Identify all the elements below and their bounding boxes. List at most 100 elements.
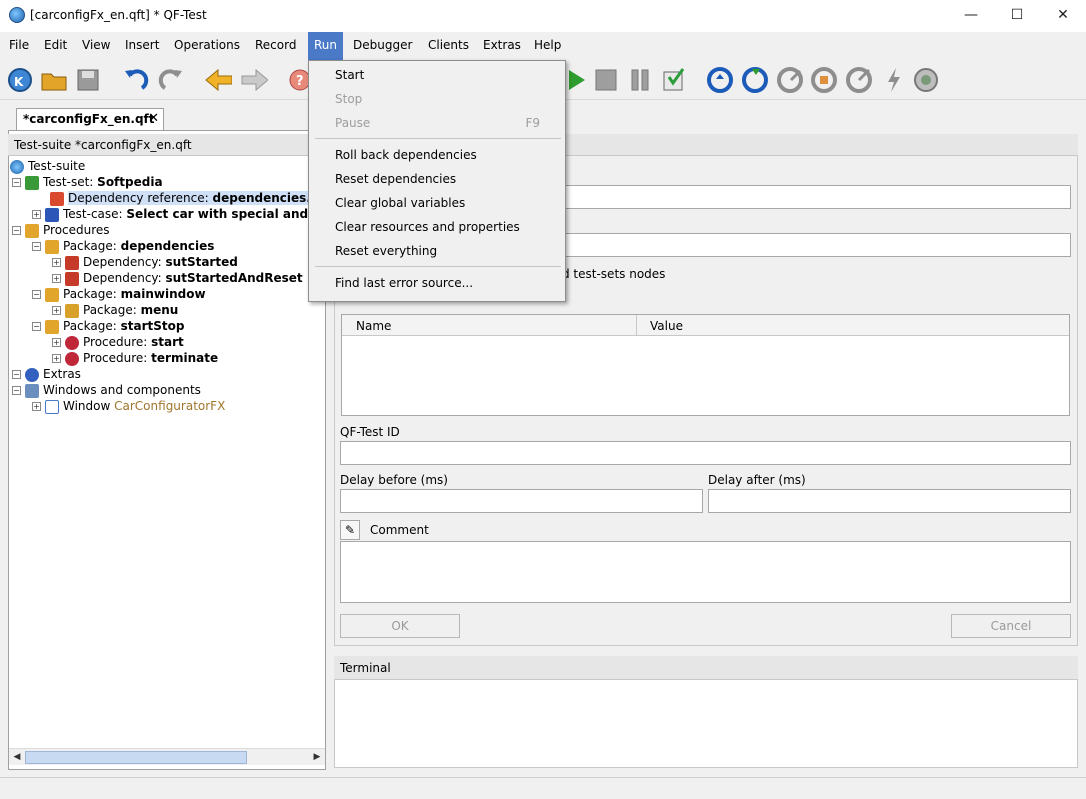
minimize-button[interactable]: — [948, 0, 994, 32]
skip-out-icon[interactable] [845, 66, 873, 94]
tree-node-test-case[interactable]: + Test-case: Select car with special and … [10, 206, 324, 222]
tree-node-procedures[interactable]: − Procedures [10, 222, 324, 238]
tree-node-windows-and-components[interactable]: − Windows and components [10, 382, 324, 398]
collapse-toggle-icon[interactable]: − [12, 226, 21, 235]
menu-extras[interactable]: Extras [477, 32, 527, 60]
menu-debugger[interactable]: Debugger [347, 32, 418, 60]
collapse-toggle-icon[interactable]: − [32, 242, 41, 251]
tree-node-test-set[interactable]: − Test-set: Softpedia [10, 174, 324, 190]
undo-icon[interactable] [122, 66, 150, 94]
run-menu-pause[interactable]: Pause F9 [310, 111, 564, 135]
maximize-button[interactable]: ☐ [994, 0, 1040, 32]
collapse-toggle-icon[interactable]: − [32, 290, 41, 299]
package-icon [45, 287, 59, 302]
tree-node-package-startstop[interactable]: − Package: startStop [10, 318, 324, 334]
tree-node-package-dependencies[interactable]: − Package: dependencies [10, 238, 324, 254]
run-menu-clear-resources[interactable]: Clear resources and properties [310, 215, 564, 239]
tab-suite-label: *carconfigFx_en.qft [23, 112, 155, 126]
run-menu-clear-global-variables[interactable]: Clear global variables [310, 191, 564, 215]
expand-toggle-icon[interactable]: + [52, 258, 61, 267]
delay-before-field[interactable] [340, 489, 703, 513]
scrollbar-thumb[interactable] [25, 751, 247, 764]
save-disk-icon[interactable] [74, 66, 102, 94]
app-globe-icon [9, 7, 25, 23]
expand-toggle-icon[interactable]: + [52, 338, 61, 347]
expand-toggle-icon[interactable]: + [32, 210, 41, 219]
test-case-icon [45, 207, 59, 222]
stop-icon[interactable] [592, 66, 620, 94]
terminal-header: Terminal [334, 656, 1078, 680]
run-menu-stop[interactable]: Stop [310, 87, 564, 111]
forward-arrow-icon[interactable] [240, 66, 268, 94]
tree-node-dependency-reference[interactable]: Dependency reference: dependencies.su [10, 190, 324, 206]
column-value[interactable]: Value [650, 319, 683, 333]
tree-node-extras[interactable]: − Extras [10, 366, 324, 382]
dependency-reference-icon [50, 191, 64, 206]
collapse-toggle-icon[interactable]: − [12, 370, 21, 379]
delay-after-field[interactable] [708, 489, 1071, 513]
status-bar [0, 777, 1086, 799]
menu-insert[interactable]: Insert [119, 32, 165, 60]
menu-view[interactable]: View [76, 32, 116, 60]
tree-header-label: Test-suite *carconfigFx_en.qft [14, 138, 192, 152]
qftest-id-field[interactable] [340, 441, 1071, 465]
step-into-icon[interactable] [706, 66, 734, 94]
open-folder-icon[interactable] [40, 66, 68, 94]
dependency-icon [65, 271, 79, 286]
expand-toggle-icon[interactable]: + [52, 306, 61, 315]
package-icon [45, 319, 59, 334]
close-window-button[interactable]: ✕ [1040, 0, 1086, 32]
breakpoint-icon[interactable] [912, 66, 940, 94]
scroll-right-icon[interactable]: ▶ [310, 750, 324, 765]
back-arrow-icon[interactable] [204, 66, 232, 94]
redo-icon[interactable] [157, 66, 185, 94]
run-menu-reset-dependencies[interactable]: Reset dependencies [310, 167, 564, 191]
pause-icon[interactable] [626, 66, 654, 94]
lightning-icon[interactable] [880, 66, 908, 94]
tree-node-procedure-terminate[interactable]: + Procedure: terminate [10, 350, 324, 366]
tree-node-dependency-sutstarted[interactable]: + Dependency: sutStarted [10, 254, 324, 270]
menu-record[interactable]: Record [249, 32, 302, 60]
menu-run[interactable]: Run [308, 32, 344, 60]
menu-help[interactable]: Help [528, 32, 567, 60]
run-menu-start[interactable]: Start [310, 63, 564, 87]
tab-close-icon[interactable]: ✕ [148, 111, 159, 126]
tree-node-package-mainwindow[interactable]: − Package: mainwindow [10, 286, 324, 302]
start-play-icon[interactable] [562, 66, 590, 94]
menu-clients[interactable]: Clients [422, 32, 475, 60]
collapse-toggle-icon[interactable]: − [12, 178, 21, 187]
collapse-toggle-icon[interactable]: − [32, 322, 41, 331]
tree-node-procedure-start[interactable]: + Procedure: start [10, 334, 324, 350]
menu-operations[interactable]: Operations [168, 32, 246, 60]
new-suite-icon[interactable]: K [6, 66, 34, 94]
step-out-icon[interactable] [776, 66, 804, 94]
extras-icon [25, 367, 39, 382]
tab-suite[interactable]: *carconfigFx_en.qft ✕ [16, 108, 164, 130]
run-menu-roll-back-dependencies[interactable]: Roll back dependencies [310, 143, 564, 167]
tree-node-package-menu[interactable]: + Package: menu [10, 302, 324, 318]
run-menu-reset-everything[interactable]: Reset everything [310, 239, 564, 263]
ok-button[interactable]: OK [340, 614, 460, 638]
edit-comment-icon[interactable]: ✎ [340, 520, 360, 540]
column-divider [636, 315, 637, 336]
tree-node-window-carconfigurator[interactable]: + Window CarConfiguratorFX [10, 398, 324, 414]
menu-edit[interactable]: Edit [38, 32, 73, 60]
scroll-left-icon[interactable]: ◀ [10, 750, 24, 765]
comment-field[interactable] [340, 541, 1071, 603]
column-name[interactable]: Name [356, 319, 391, 333]
tree-node-test-suite[interactable]: Test-suite [10, 158, 324, 174]
checklist-icon[interactable] [660, 66, 688, 94]
variables-table[interactable]: Name Value [341, 314, 1070, 416]
skip-over-icon[interactable] [810, 66, 838, 94]
collapse-toggle-icon[interactable]: − [12, 386, 21, 395]
step-over-icon[interactable] [741, 66, 769, 94]
expand-toggle-icon[interactable]: + [32, 402, 41, 411]
expand-toggle-icon[interactable]: + [52, 274, 61, 283]
cancel-button[interactable]: Cancel [951, 614, 1071, 638]
menu-file[interactable]: File [3, 32, 35, 60]
tree-node-dependency-sutstartedandreset[interactable]: + Dependency: sutStartedAndReset [10, 270, 324, 286]
tree-horizontal-scrollbar[interactable]: ◀ ▶ [9, 748, 325, 765]
expand-toggle-icon[interactable]: + [52, 354, 61, 363]
run-menu-find-last-error-source[interactable]: Find last error source... [310, 271, 564, 295]
test-tree[interactable]: Test-suite − Test-set: Softpedia Dependen… [10, 158, 324, 746]
